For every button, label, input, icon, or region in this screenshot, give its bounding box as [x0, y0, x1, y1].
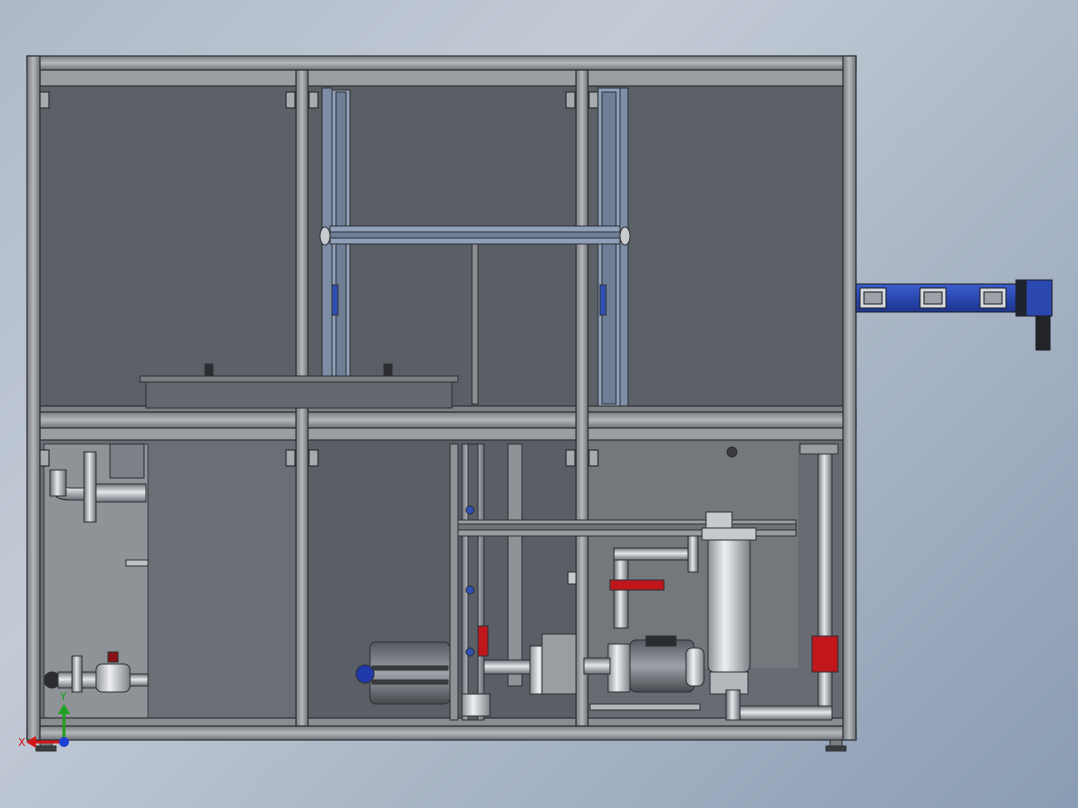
y-axis-label: Y [59, 690, 67, 703]
x-axis-label: X [18, 736, 26, 749]
frame-feet [35, 739, 847, 752]
cad-assembly-view: X Y [18, 55, 1053, 752]
cable-tray [855, 279, 1053, 351]
